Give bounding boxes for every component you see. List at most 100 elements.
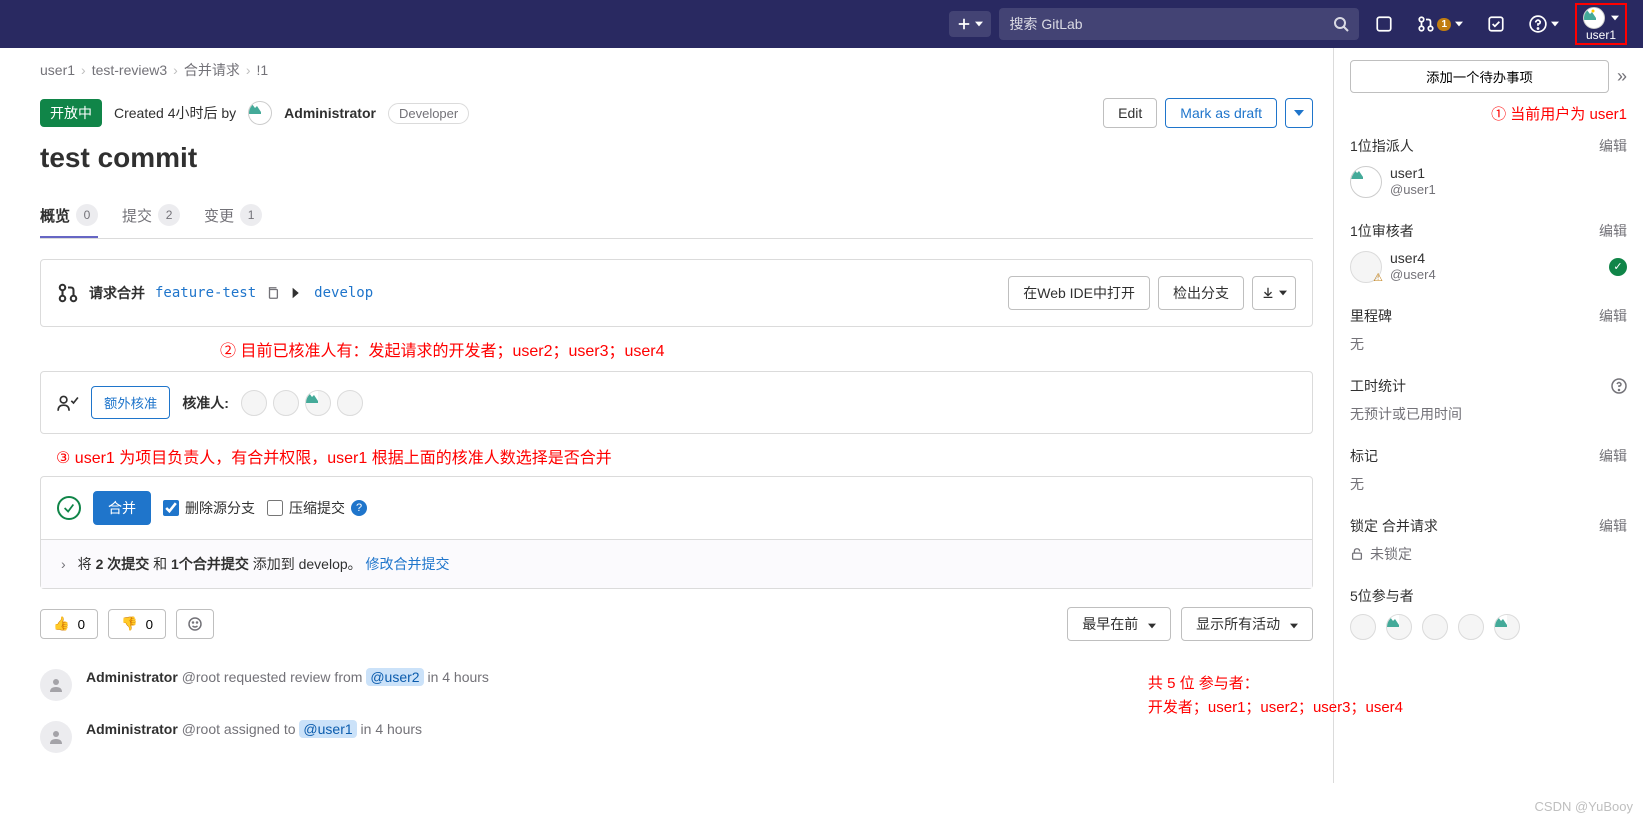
breadcrumb-item[interactable]: 合并请求 — [184, 60, 240, 80]
help-icon[interactable] — [1611, 378, 1627, 394]
participant-avatar[interactable] — [1422, 614, 1448, 640]
thumbs-up-button[interactable]: 👍 0 — [40, 609, 98, 639]
tab-overview[interactable]: 概览0 — [40, 194, 98, 238]
reviewer-avatar[interactable]: ⚠ — [1350, 251, 1382, 283]
todos-icon[interactable] — [1479, 7, 1513, 41]
warning-icon: ⚠ — [1373, 271, 1383, 284]
merge-icon — [57, 282, 79, 304]
annotation-2: ② 目前已核准人有：发起请求的开发者；user2；user3；user4 — [220, 337, 1313, 361]
edit-assignees[interactable]: 编辑 — [1599, 136, 1627, 156]
activity-filter-dropdown[interactable]: 显示所有活动 — [1181, 607, 1313, 641]
download-dropdown[interactable] — [1252, 276, 1296, 310]
breadcrumb-item[interactable]: !1 — [257, 62, 269, 78]
author-name[interactable]: Administrator — [284, 105, 376, 121]
delete-branch-checkbox[interactable]: 删除源分支 — [163, 498, 255, 518]
chevron-down-icon — [1551, 20, 1559, 28]
merge-requests-icon[interactable]: 1 — [1409, 7, 1471, 41]
role-badge: Developer — [388, 103, 469, 124]
search-input[interactable] — [1009, 16, 1333, 32]
author-avatar-icon — [248, 101, 272, 125]
ready-check-icon — [57, 496, 81, 520]
status-badge: 开放中 — [40, 99, 102, 127]
user-menu[interactable]: user1 — [1575, 3, 1627, 45]
mr-header: 开放中 Created 4小时后 by Administrator Develo… — [40, 98, 1313, 128]
edit-button[interactable]: Edit — [1103, 98, 1157, 128]
open-ide-button[interactable]: 在Web IDE中打开 — [1008, 276, 1150, 310]
add-todo-button[interactable]: 添加一个待办事项 — [1350, 60, 1609, 93]
labels-section: 标记编辑 无 — [1350, 446, 1627, 494]
approver-icon — [57, 392, 79, 414]
mr-badge: 1 — [1437, 18, 1451, 31]
target-branch-link[interactable]: develop — [314, 285, 373, 301]
annotation-4: 共 5 位 参与者： 开发者；user1；user2；user3；user4 — [1148, 672, 1403, 720]
help-icon[interactable]: ? — [351, 500, 367, 516]
squash-checkbox[interactable]: 压缩提交 ? — [267, 498, 367, 518]
merge-request-card: 请求合并 feature-test develop 在Web IDE中打开 检出… — [40, 259, 1313, 327]
tab-commits[interactable]: 提交2 — [122, 194, 180, 238]
add-reaction-button[interactable] — [176, 609, 214, 639]
commits-summary-row: › 将 2 次提交 和 1个合并提交 添加到 develop。 修改合并提交 — [41, 539, 1312, 588]
chevron-down-icon — [975, 20, 983, 28]
participant-avatar[interactable] — [1494, 614, 1520, 640]
user-avatar-icon — [1583, 7, 1605, 29]
username-label: user1 — [1586, 29, 1616, 41]
breadcrumb-item[interactable]: test-review3 — [92, 62, 167, 78]
sort-dropdown[interactable]: 最早在前 — [1067, 607, 1171, 641]
merge-button[interactable]: 合并 — [93, 491, 151, 525]
reactions-row: 👍 0 👎 0 最早在前 显示所有活动 — [40, 607, 1313, 641]
merge-card: 合并 删除源分支 压缩提交 ? › 将 2 次提交 和 1个合并提交 添加到 d… — [40, 476, 1313, 589]
tabs: 概览0 提交2 变更1 — [40, 194, 1313, 239]
checkout-branch-button[interactable]: 检出分支 — [1158, 276, 1244, 310]
chevron-down-icon — [1279, 290, 1287, 296]
lock-section: 锁定 合并请求编辑 未锁定 — [1350, 516, 1627, 564]
time-tracking-section: 工时统计 无预计或已用时间 — [1350, 376, 1627, 424]
new-menu-button[interactable] — [949, 11, 991, 37]
annotation-1: ① 当前用户为 user1 — [1350, 103, 1627, 124]
issues-icon[interactable] — [1367, 7, 1401, 41]
into-icon — [290, 286, 304, 300]
participant-avatar[interactable] — [1386, 614, 1412, 640]
request-merge-label: 请求合并 — [89, 283, 145, 303]
chevron-down-icon — [1611, 14, 1619, 22]
expand-chevron[interactable]: › — [61, 556, 66, 572]
mark-draft-button[interactable]: Mark as draft — [1165, 98, 1277, 128]
approver-avatar[interactable] — [241, 390, 267, 416]
approved-check-icon: ✓ — [1609, 258, 1627, 276]
approver-avatar[interactable] — [273, 390, 299, 416]
approver-avatar[interactable] — [305, 390, 331, 416]
mr-actions-dropdown[interactable] — [1285, 98, 1313, 128]
chevron-down-icon — [1148, 623, 1156, 629]
source-branch-link[interactable]: feature-test — [155, 285, 256, 301]
search-icon — [1333, 16, 1349, 32]
approve-button[interactable]: 额外核准 — [91, 386, 170, 419]
avatar — [40, 721, 72, 753]
edit-merge-commit-link[interactable]: 修改合并提交 — [366, 556, 450, 572]
watermark: CSDN @YuBooy — [1535, 799, 1633, 814]
approver-avatar[interactable] — [337, 390, 363, 416]
participant-avatar[interactable] — [1350, 614, 1376, 640]
breadcrumb: user1› test-review3› 合并请求› !1 — [40, 60, 1313, 80]
plus-icon — [957, 17, 971, 31]
edit-labels[interactable]: 编辑 — [1599, 446, 1627, 466]
thumbs-down-button[interactable]: 👎 0 — [108, 609, 166, 639]
breadcrumb-item[interactable]: user1 — [40, 62, 75, 78]
activity-author[interactable]: Administrator — [86, 669, 178, 685]
edit-milestone[interactable]: 编辑 — [1599, 306, 1627, 326]
user-icon — [48, 729, 64, 745]
edit-reviewers[interactable]: 编辑 — [1599, 221, 1627, 241]
user-icon — [48, 677, 64, 693]
assignee-avatar[interactable] — [1350, 166, 1382, 198]
reviewers-section: 1位审核者编辑 ⚠ user4@user4 ✓ — [1350, 221, 1627, 284]
activity-author[interactable]: Administrator — [86, 721, 178, 737]
smiley-icon — [187, 616, 203, 632]
approver-avatars — [241, 390, 363, 416]
help-icon[interactable] — [1521, 7, 1567, 41]
copy-icon[interactable] — [266, 286, 280, 300]
mention-link[interactable]: @user1 — [299, 720, 356, 738]
collapse-sidebar-icon[interactable]: » — [1617, 66, 1627, 87]
edit-lock[interactable]: 编辑 — [1599, 516, 1627, 536]
mention-link[interactable]: @user2 — [366, 668, 423, 686]
tab-changes[interactable]: 变更1 — [204, 194, 262, 238]
search-box[interactable] — [999, 8, 1359, 40]
participant-avatar[interactable] — [1458, 614, 1484, 640]
